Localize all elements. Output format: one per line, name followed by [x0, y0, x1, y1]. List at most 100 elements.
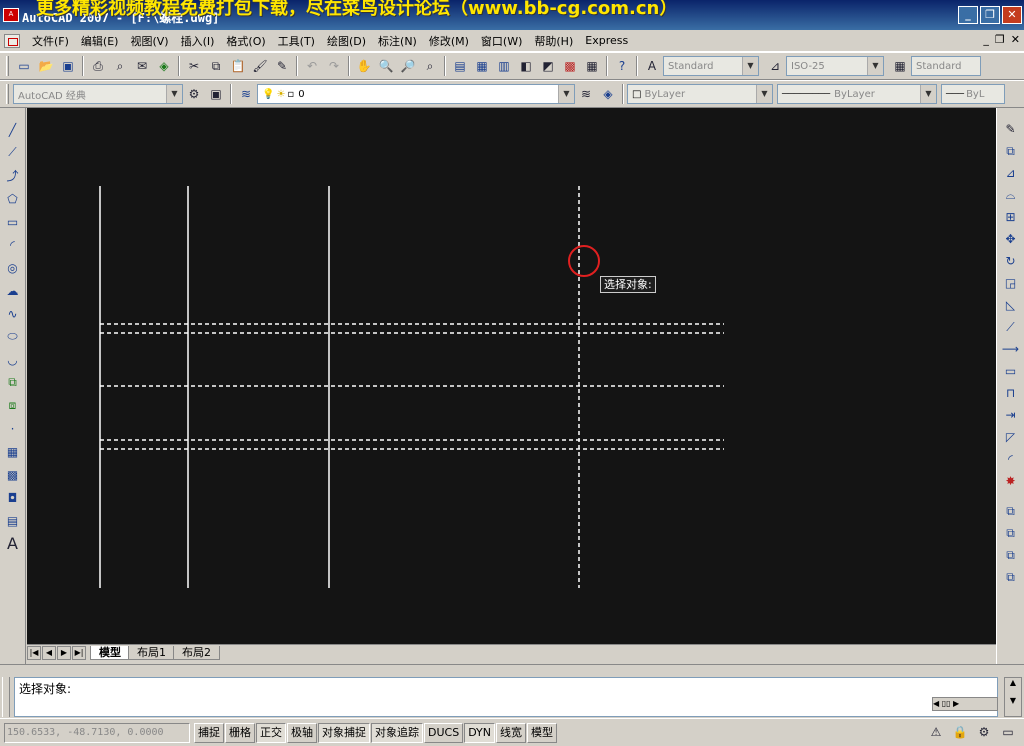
- ellipse-arc-icon[interactable]: ◡: [3, 349, 23, 370]
- calculator-icon[interactable]: ▦: [582, 56, 602, 76]
- circle-icon[interactable]: ◎: [3, 257, 23, 278]
- bring-above-icon[interactable]: ⧉: [1001, 545, 1021, 565]
- hatch-icon[interactable]: ▦: [3, 441, 23, 462]
- new-file-icon[interactable]: ▭: [14, 56, 34, 76]
- ducs-button[interactable]: DUCS: [424, 722, 464, 743]
- ellipse-icon[interactable]: ⬭: [3, 326, 23, 347]
- command-scrollbar[interactable]: ▲ ▼: [1004, 677, 1022, 717]
- autocad-app-icon[interactable]: A: [3, 8, 19, 22]
- paste-icon[interactable]: 📋: [228, 56, 248, 76]
- offset-icon[interactable]: ⌓: [1001, 185, 1021, 205]
- menu-file[interactable]: 文件(F): [26, 33, 75, 49]
- menu-tools[interactable]: 工具(T): [272, 33, 321, 49]
- model-button[interactable]: 模型: [527, 722, 558, 743]
- zoom-realtime-icon[interactable]: 🔍: [376, 56, 396, 76]
- command-horizontal-scrollbar[interactable]: ◀ ▯▯ ▶: [932, 697, 998, 711]
- layer-select[interactable]: 💡 ☀ ▫ 0 ▼: [257, 84, 575, 104]
- construction-line-icon[interactable]: ⟋: [3, 142, 23, 163]
- markup-icon[interactable]: ◩: [538, 56, 558, 76]
- trim-icon[interactable]: ⟋: [1001, 317, 1021, 337]
- properties-icon[interactable]: ▤: [450, 56, 470, 76]
- insert-block-icon[interactable]: ⧉: [3, 372, 23, 393]
- menu-edit[interactable]: 编辑(E): [75, 33, 125, 49]
- workspace-settings-icon[interactable]: ⚙: [184, 84, 204, 104]
- chevron-down-icon[interactable]: ▼: [558, 85, 574, 103]
- menu-view[interactable]: 视图(V): [124, 33, 174, 49]
- grid-button[interactable]: 栅格: [225, 722, 255, 743]
- menu-insert[interactable]: 插入(I): [175, 33, 221, 49]
- chamfer-icon[interactable]: ◸: [1001, 427, 1021, 447]
- text-style-icon[interactable]: A: [642, 56, 662, 76]
- send-under-icon[interactable]: ⧉: [1001, 567, 1021, 587]
- arc-icon[interactable]: ◜: [3, 234, 23, 255]
- command-line[interactable]: 选择对象:: [14, 677, 998, 717]
- make-block-icon[interactable]: ⧈: [3, 395, 23, 416]
- chevron-down-icon[interactable]: ▼: [867, 57, 883, 75]
- revision-cloud-icon[interactable]: ☁: [3, 280, 23, 301]
- print-preview-icon[interactable]: ⌕: [110, 56, 130, 76]
- color-select[interactable]: □ ByLayer ▼: [627, 84, 773, 104]
- explode-icon[interactable]: ✸: [1001, 471, 1021, 491]
- layer-color-icon[interactable]: ▫: [287, 89, 294, 100]
- tab-layout2[interactable]: 布局2: [173, 645, 220, 660]
- send-to-back-icon[interactable]: ⧉: [1001, 523, 1021, 543]
- copy-object-icon[interactable]: ⧉: [1001, 141, 1021, 161]
- multiline-text-icon[interactable]: A: [3, 533, 23, 554]
- 3d-dwf-icon[interactable]: ◈: [154, 56, 174, 76]
- toolbar-grip[interactable]: [6, 56, 9, 76]
- clean-screen-icon[interactable]: ▭: [999, 723, 1017, 741]
- tab-model[interactable]: 模型: [90, 645, 130, 660]
- copy-icon[interactable]: ⧉: [206, 56, 226, 76]
- polar-button[interactable]: 极轴: [287, 722, 317, 743]
- doc-restore-icon[interactable]: ❐: [995, 33, 1005, 46]
- first-tab-icon[interactable]: |◀: [27, 645, 41, 660]
- doc-minimize-icon[interactable]: _: [983, 33, 989, 46]
- dyn-button[interactable]: DYN: [464, 722, 496, 743]
- command-grip[interactable]: [2, 677, 10, 717]
- redo-icon[interactable]: ↷: [324, 56, 344, 76]
- rotate-icon[interactable]: ↻: [1001, 251, 1021, 271]
- sheet-set-icon[interactable]: ◧: [516, 56, 536, 76]
- document-icon[interactable]: [4, 33, 20, 48]
- array-icon[interactable]: ⊞: [1001, 207, 1021, 227]
- drawing-canvas[interactable]: 选择对象:: [27, 108, 996, 644]
- chevron-down-icon[interactable]: ▼: [742, 57, 758, 75]
- break-icon[interactable]: ⊓: [1001, 383, 1021, 403]
- polygon-icon[interactable]: ⬠: [3, 188, 23, 209]
- chevron-down-icon[interactable]: ▼: [756, 85, 772, 103]
- lock-icon[interactable]: 🔒: [951, 723, 969, 741]
- last-tab-icon[interactable]: ▶|: [72, 645, 86, 660]
- stretch-icon[interactable]: ◺: [1001, 295, 1021, 315]
- undo-icon[interactable]: ↶: [302, 56, 322, 76]
- cut-icon[interactable]: ✂: [184, 56, 204, 76]
- save-workspace-icon[interactable]: ▣: [206, 84, 226, 104]
- quickcalc-icon[interactable]: ▩: [560, 56, 580, 76]
- erase-icon[interactable]: ✎: [1001, 119, 1021, 139]
- zoom-previous-icon[interactable]: ⌕: [420, 56, 440, 76]
- minimize-icon[interactable]: _: [958, 6, 978, 24]
- ortho-button[interactable]: 正交: [256, 722, 286, 743]
- scale-icon[interactable]: ◲: [1001, 273, 1021, 293]
- polyline-icon[interactable]: ⤴: [3, 165, 23, 186]
- snap-button[interactable]: 捕捉: [194, 722, 224, 743]
- tool-palettes-icon[interactable]: ▥: [494, 56, 514, 76]
- workspace-select[interactable]: AutoCAD 经典 ▼: [13, 84, 183, 104]
- dim-style-select[interactable]: ISO-25 ▼: [786, 56, 884, 76]
- help-icon[interactable]: ?: [612, 56, 632, 76]
- table-style-icon[interactable]: ▦: [890, 56, 910, 76]
- doc-close-icon[interactable]: ✕: [1011, 33, 1020, 46]
- layer-previous-icon[interactable]: ◈: [598, 84, 618, 104]
- lightbulb-icon[interactable]: 💡: [262, 89, 274, 100]
- spline-icon[interactable]: ∿: [3, 303, 23, 324]
- chevron-down-icon[interactable]: ▼: [166, 85, 182, 103]
- otrack-button[interactable]: 对象追踪: [371, 722, 423, 743]
- lineweight-button[interactable]: 线宽: [496, 722, 527, 743]
- bring-to-front-icon[interactable]: ⧉: [1001, 501, 1021, 521]
- move-icon[interactable]: ✥: [1001, 229, 1021, 249]
- mirror-icon[interactable]: ⊿: [1001, 163, 1021, 183]
- zoom-window-icon[interactable]: 🔎: [398, 56, 418, 76]
- publish-icon[interactable]: ✉: [132, 56, 152, 76]
- fillet-icon[interactable]: ◜: [1001, 449, 1021, 469]
- join-icon[interactable]: ⇥: [1001, 405, 1021, 425]
- point-icon[interactable]: ·: [3, 418, 23, 439]
